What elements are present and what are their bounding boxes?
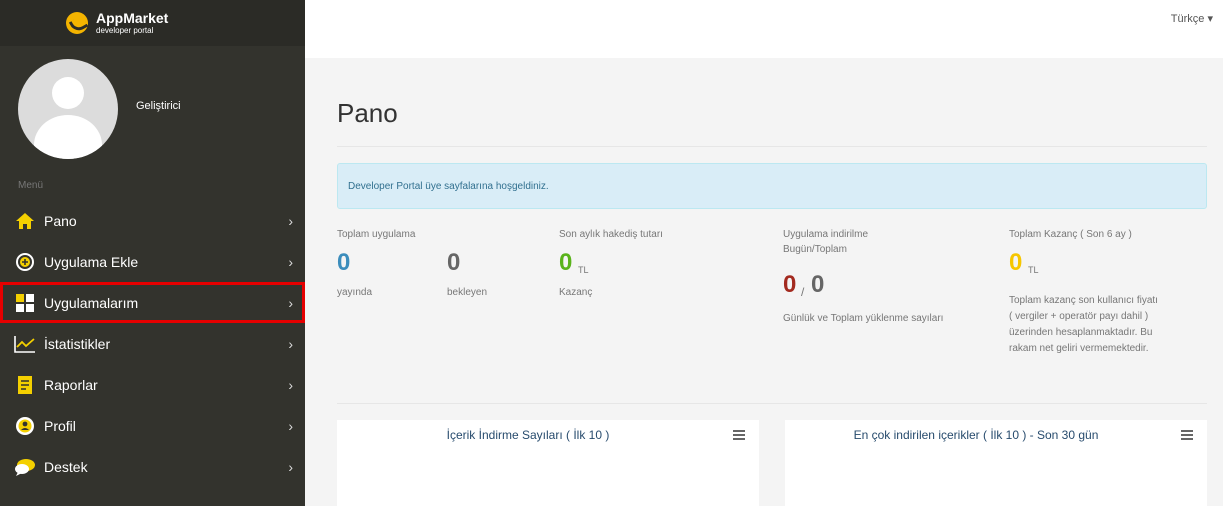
page-title: Pano <box>337 98 398 128</box>
live-apps-value: 0 <box>337 249 351 276</box>
chart-panels: İçerik İndirme Sayıları ( İlk 10 ) En ço… <box>337 420 1207 506</box>
sidebar: AppMarket developer portal Geliştirici M… <box>0 0 305 506</box>
profile: Geliştirici <box>0 46 305 166</box>
hamburger-menu-icon[interactable] <box>733 430 745 440</box>
stats-section: Toplam uygulama 0 yayında 0 bekleyen Son… <box>337 227 1207 397</box>
panel-title: İçerik İndirme Sayıları ( İlk 10 ) <box>446 428 610 442</box>
chevron-right-icon: › <box>288 376 293 393</box>
monthly-earnings-label: Son aylık hakediş tutarı <box>559 229 663 240</box>
monthly-earnings-sub: Kazanç <box>559 287 593 298</box>
chevron-right-icon: › <box>288 294 293 311</box>
language-dropdown[interactable]: Türkçe ▾ <box>1171 12 1213 25</box>
document-icon <box>14 374 36 396</box>
total-revenue-value: 0 <box>1009 249 1023 276</box>
home-icon <box>14 210 36 232</box>
downloads-label-line2: Bugün/Toplam <box>783 244 847 255</box>
downloads-sub: Günlük ve Toplam yüklenme sayıları <box>783 313 944 324</box>
line-chart-icon <box>14 333 36 355</box>
brand-title: AppMarket <box>96 10 169 26</box>
total-revenue-unit: TL <box>1028 265 1039 275</box>
brand-text: AppMarket developer portal <box>96 11 168 35</box>
brand[interactable]: AppMarket developer portal <box>0 0 305 46</box>
downloads-label-line1: Uygulama indirilme <box>783 229 869 240</box>
appmarket-logo-icon <box>66 12 88 34</box>
sidebar-menu: Pano › Uygulama Ekle › Uygulamalarım › İ… <box>0 200 305 487</box>
content-downloads-panel: İçerik İndirme Sayıları ( İlk 10 ) <box>337 420 759 506</box>
pending-apps-label: bekleyen <box>447 287 488 298</box>
monthly-earnings-unit: TL <box>578 265 589 275</box>
profile-name: Geliştirici <box>136 100 181 112</box>
user-icon <box>14 415 36 437</box>
hamburger-menu-icon[interactable] <box>1181 430 1193 440</box>
plus-circle-icon <box>14 251 36 273</box>
divider <box>337 403 1207 404</box>
top-bar: Türkçe ▾ <box>305 0 1223 58</box>
downloads-today-value: 0 <box>783 271 797 298</box>
total-revenue-note-2: ( vergiler + operatör payı dahil ) <box>1009 311 1149 322</box>
sidebar-item-label: Pano <box>44 212 77 229</box>
sidebar-item-uygulamalarim[interactable]: Uygulamalarım › <box>0 282 305 323</box>
chevron-right-icon: › <box>288 417 293 434</box>
chevron-right-icon: › <box>288 335 293 352</box>
total-revenue-note-1: Toplam kazanç son kullanıcı fiyatı <box>1009 295 1158 306</box>
sidebar-item-raporlar[interactable]: Raporlar › <box>0 364 305 405</box>
divider <box>337 146 1207 147</box>
menu-label: Menü <box>18 180 44 191</box>
total-revenue-note-4: rakam net geliri vermemektedir. <box>1009 343 1149 354</box>
sidebar-item-label: Raporlar <box>44 376 98 393</box>
total-revenue-label: Toplam Kazanç ( Son 6 ay ) <box>1009 229 1132 240</box>
sidebar-item-uygulama-ekle[interactable]: Uygulama Ekle › <box>0 241 305 282</box>
total-apps-label: Toplam uygulama <box>337 229 416 240</box>
sidebar-item-pano[interactable]: Pano › <box>0 200 305 241</box>
sidebar-item-istatistikler[interactable]: İstatistikler › <box>0 323 305 364</box>
live-apps-label: yayında <box>337 287 373 298</box>
avatar[interactable] <box>18 59 118 159</box>
welcome-alert: Developer Portal üye sayfalarına hoşgeld… <box>337 163 1207 209</box>
main-content: Pano Developer Portal üye sayfalarına ho… <box>337 58 1207 506</box>
chat-icon <box>14 456 36 478</box>
sidebar-item-label: Uygulamalarım <box>44 294 139 311</box>
downloads-total-value: 0 <box>811 271 825 298</box>
chevron-right-icon: › <box>288 253 293 270</box>
downloads-separator: / <box>801 285 805 299</box>
sidebar-item-destek[interactable]: Destek › <box>0 446 305 487</box>
sidebar-item-label: Profil <box>44 417 76 434</box>
sidebar-item-label: Destek <box>44 458 88 475</box>
top-downloads-panel: En çok indirilen içerikler ( İlk 10 ) - … <box>785 420 1207 506</box>
sidebar-item-label: İstatistikler <box>44 335 111 352</box>
brand-subtitle: developer portal <box>96 26 154 35</box>
total-revenue-note-3: üzerinden hesaplanmaktadır. Bu <box>1009 327 1153 338</box>
sidebar-item-profil[interactable]: Profil › <box>0 405 305 446</box>
sidebar-item-label: Uygulama Ekle <box>44 253 139 270</box>
sidebar-body: Geliştirici Menü Pano › Uygulama Ekle › <box>0 46 305 506</box>
pending-apps-value: 0 <box>447 249 461 276</box>
grid-icon <box>14 292 36 314</box>
chevron-right-icon: › <box>288 212 293 229</box>
panel-title: En çok indirilen içerikler ( İlk 10 ) - … <box>853 428 1099 442</box>
chevron-right-icon: › <box>288 458 293 475</box>
monthly-earnings-value: 0 <box>559 249 573 276</box>
